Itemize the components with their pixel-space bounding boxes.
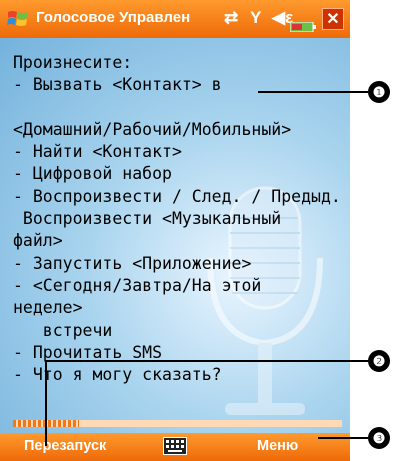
- softkey-bar: Перезапуск Меню: [0, 433, 350, 461]
- command-line: - Цифровой набор: [13, 164, 172, 184]
- command-line: файл>: [13, 231, 63, 251]
- close-icon: ✕: [326, 11, 340, 28]
- command-line: неделе>: [13, 298, 83, 318]
- command-line: <Домашний/Рабочий/Мобильный>: [13, 119, 292, 139]
- command-line: - Вызвать <Контакт> в: [13, 75, 222, 95]
- title-bar: Голосовое Управлен ⇄ Y ◀ε ✕: [0, 0, 350, 38]
- window-title: Голосовое Управлен: [36, 9, 191, 26]
- command-line: Произнесите:: [13, 53, 133, 72]
- callout-3: ❸: [368, 427, 390, 449]
- command-line: - <Сегодня/Завтра/На этой: [13, 275, 262, 295]
- voice-commands-list: Произнесите: - Вызвать <Контакт> в <Дома…: [13, 52, 348, 386]
- menu-softkey[interactable]: Меню: [257, 438, 298, 454]
- callout-line-3: [318, 437, 368, 439]
- command-line: - Запустить <Приложение>: [13, 253, 252, 273]
- command-line: - Найти <Контакт>: [13, 142, 182, 162]
- voice-command-panel: Произнесите: - Вызвать <Контакт> в <Дома…: [0, 38, 350, 433]
- close-button[interactable]: ✕: [322, 8, 344, 30]
- callout-line-2-vertical: [45, 360, 47, 446]
- callout-line-1: [258, 91, 368, 93]
- restart-softkey[interactable]: Перезапуск: [24, 438, 106, 454]
- listening-progress-bar: [13, 420, 342, 427]
- battery-icon[interactable]: [290, 22, 316, 32]
- callout-line-2: [45, 360, 368, 362]
- command-line: - Воспроизвести / След. / Предыд.: [13, 186, 341, 206]
- command-line: встречи: [13, 320, 113, 340]
- command-line: Воспроизвести <Музыкальный: [13, 209, 282, 229]
- signal-icon[interactable]: Y: [250, 8, 261, 28]
- callout-1: ❶: [368, 81, 390, 103]
- keyboard-icon[interactable]: [163, 437, 187, 455]
- callout-2: ❷: [368, 350, 390, 372]
- windows-start-icon[interactable]: [6, 7, 30, 31]
- device-screen: Голосовое Управлен ⇄ Y ◀ε ✕ Произнесите:…: [0, 0, 350, 461]
- connectivity-icon[interactable]: ⇄: [224, 8, 238, 28]
- command-line: - Прочитать SMS: [13, 342, 163, 362]
